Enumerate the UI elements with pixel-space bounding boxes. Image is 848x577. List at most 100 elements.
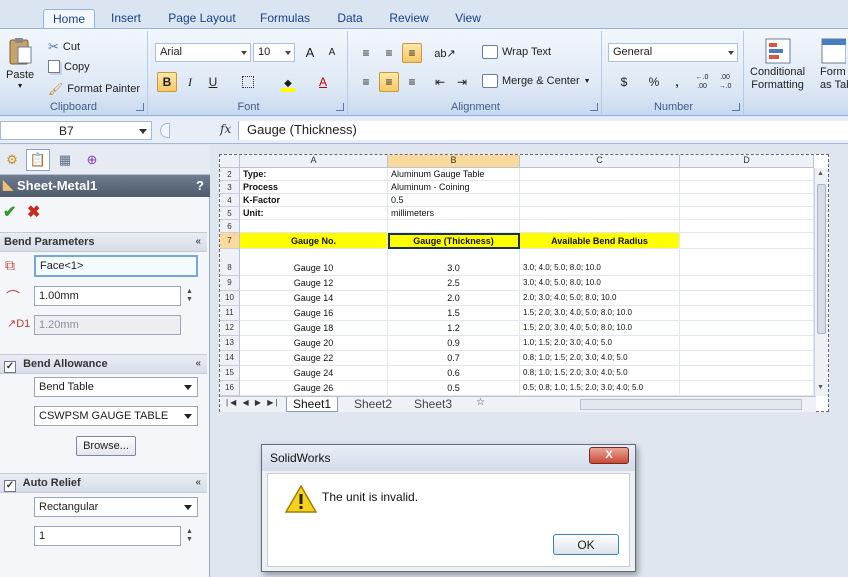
copy-button[interactable]: Copy [48,60,90,73]
row-header[interactable]: 2 [220,168,240,181]
row-header[interactable]: 5 [220,207,240,220]
sheet-tab-sheet2[interactable]: Sheet2 [348,397,398,412]
tab-formulas[interactable]: Formulas [255,9,315,28]
gauge-cell[interactable]: Gauge 10 [240,249,388,276]
row-header[interactable]: 13 [220,336,240,351]
align-center-button[interactable]: ≡ [379,72,399,92]
increase-decimal-button[interactable]: ←.0 .00 [692,72,712,92]
bend-radius-cell[interactable]: 0.8; 1.0; 1.5; 2.0; 3.0; 4.0; 5.0 [520,366,680,381]
empty-cell[interactable] [680,194,814,207]
scroll-down-arrow[interactable]: ▼ [817,384,824,391]
align-right-button[interactable]: ≡ [402,72,422,92]
grow-font-button[interactable]: A [300,43,320,63]
thickness-cell[interactable]: 3.0 [388,249,520,276]
thickness-cell[interactable]: 2.0 [388,291,520,306]
label-cell[interactable]: Type: [240,168,388,181]
row-header[interactable]: 11 [220,306,240,321]
bend-radius-cell[interactable]: 3.0; 4.0; 5.0; 8.0; 10.0 [520,276,680,291]
align-left-button[interactable]: ≡ [356,72,376,92]
ok-check-icon[interactable]: ✔ [3,202,16,222]
configuration-manager-tab[interactable]: ▦ [53,149,77,171]
column-header-a[interactable]: A [240,155,388,168]
decrease-indent-button[interactable]: ⇤ [430,72,450,92]
thickness-cell[interactable]: 2.5 [388,276,520,291]
bend-radius-cell[interactable]: 1.5; 2.0; 3.0; 4.0; 5.0; 8.0; 10.0 [520,321,680,336]
relief-ratio-spinner[interactable]: ▲ ▼ [186,528,193,544]
tab-view[interactable]: View [450,9,486,28]
gauge-cell[interactable]: Gauge 18 [240,321,388,336]
bend-radius-header[interactable]: Available Bend Radius [520,233,680,249]
chevron-down-icon[interactable] [139,129,147,134]
paste-dropdown-icon[interactable]: ▼ [17,83,24,90]
borders-button[interactable] [238,72,258,92]
value-cell[interactable]: millimeters [388,207,520,220]
row-header[interactable]: 14 [220,351,240,366]
column-header-b[interactable]: B [388,155,520,168]
tab-insert[interactable]: Insert [104,9,148,28]
tab-page-layout[interactable]: Page Layout [166,9,238,28]
bend-parameters-header[interactable]: Bend Parameters « [0,232,207,252]
empty-cell[interactable] [680,336,814,351]
row-header[interactable]: 12 [220,321,240,336]
empty-cell[interactable] [680,276,814,291]
ok-button[interactable]: OK [553,534,619,555]
font-size-select[interactable]: 10 [253,43,295,62]
auto-relief-checkbox[interactable]: ✓ [4,480,16,492]
cancel-x-icon[interactable]: ✖ [27,202,40,222]
increase-indent-button[interactable]: ⇥ [452,72,472,92]
cut-button[interactable]: ✂ Cut [48,39,80,55]
browse-button[interactable]: Browse... [76,436,136,456]
value-cell[interactable]: 0.5 [388,194,520,207]
gauge-cell[interactable]: Gauge 12 [240,276,388,291]
merge-center-button[interactable]: Merge & Center ▼ [482,74,591,88]
thickness-cell[interactable]: 0.5 [388,381,520,396]
select-all-corner[interactable] [220,155,240,168]
bend-radius-cell[interactable]: 2.0; 3.0; 4.0; 5.0; 8.0; 10.0 [520,291,680,306]
bend-allowance-type-select[interactable]: Bend Table [34,377,198,397]
property-manager-tab[interactable]: 📋 [26,149,50,171]
auto-relief-header[interactable]: ✓ Auto Relief « [0,473,207,493]
relief-type-select[interactable]: Rectangular [34,497,198,517]
value-cell[interactable]: Aluminum Gauge Table [388,168,520,181]
row-header[interactable]: 15 [220,366,240,381]
scroll-thumb[interactable] [817,184,826,334]
bend-radius-cell[interactable]: 1.5; 2.0; 3.0; 4.0; 5.0; 8.0; 10.0 [520,306,680,321]
number-format-select[interactable]: General [608,43,738,62]
empty-cell[interactable] [520,207,680,220]
clipboard-launcher-icon[interactable] [136,103,144,111]
italic-button[interactable]: I [180,72,200,92]
empty-cell[interactable] [680,233,814,249]
horizontal-scrollbar[interactable] [580,399,802,410]
empty-cell[interactable] [680,366,814,381]
gauge-cell[interactable]: Gauge 22 [240,351,388,366]
empty-cell[interactable] [680,351,814,366]
font-color-button[interactable]: A [313,72,333,92]
radius-spinner[interactable]: ▲ ▼ [186,288,193,304]
thickness-cell[interactable]: 1.2 [388,321,520,336]
label-cell[interactable]: Process [240,181,388,194]
gauge-cell[interactable]: Gauge 26 [240,381,388,396]
middle-align-button[interactable]: ≡ [379,43,399,63]
empty-cell[interactable] [680,291,814,306]
empty-cell[interactable] [680,181,814,194]
thickness-header-cell[interactable]: Gauge (Thickness) [388,233,520,249]
empty-cell[interactable] [680,321,814,336]
sheet-tab-sheet3[interactable]: Sheet3 [408,397,458,412]
alignment-launcher-icon[interactable] [590,103,598,111]
conditional-formatting-button[interactable]: Conditional Formatting [750,37,805,91]
sheet-nav-arrows[interactable]: |◀ ◀ ▶ ▶| [226,398,279,407]
collapse-icon[interactable]: « [195,477,201,488]
gauge-cell[interactable]: Gauge 20 [240,336,388,351]
bend-allowance-checkbox[interactable]: ✓ [4,361,16,373]
paste-button[interactable]: Paste ▼ [6,37,34,90]
decrease-decimal-button[interactable]: .00 →.0 [715,72,735,92]
formula-divider[interactable] [160,123,170,138]
formula-input[interactable]: Gauge (Thickness) [238,121,848,140]
vertical-scrollbar[interactable]: ▲ ▼ [814,168,828,396]
dialog-close-button[interactable]: X [589,447,629,464]
empty-cell[interactable] [680,381,814,396]
insert-sheet-icon[interactable]: ☆ [470,397,491,412]
scroll-up-arrow[interactable]: ▲ [817,170,824,177]
empty-cell[interactable] [520,168,680,181]
collapse-icon[interactable]: « [195,236,201,247]
